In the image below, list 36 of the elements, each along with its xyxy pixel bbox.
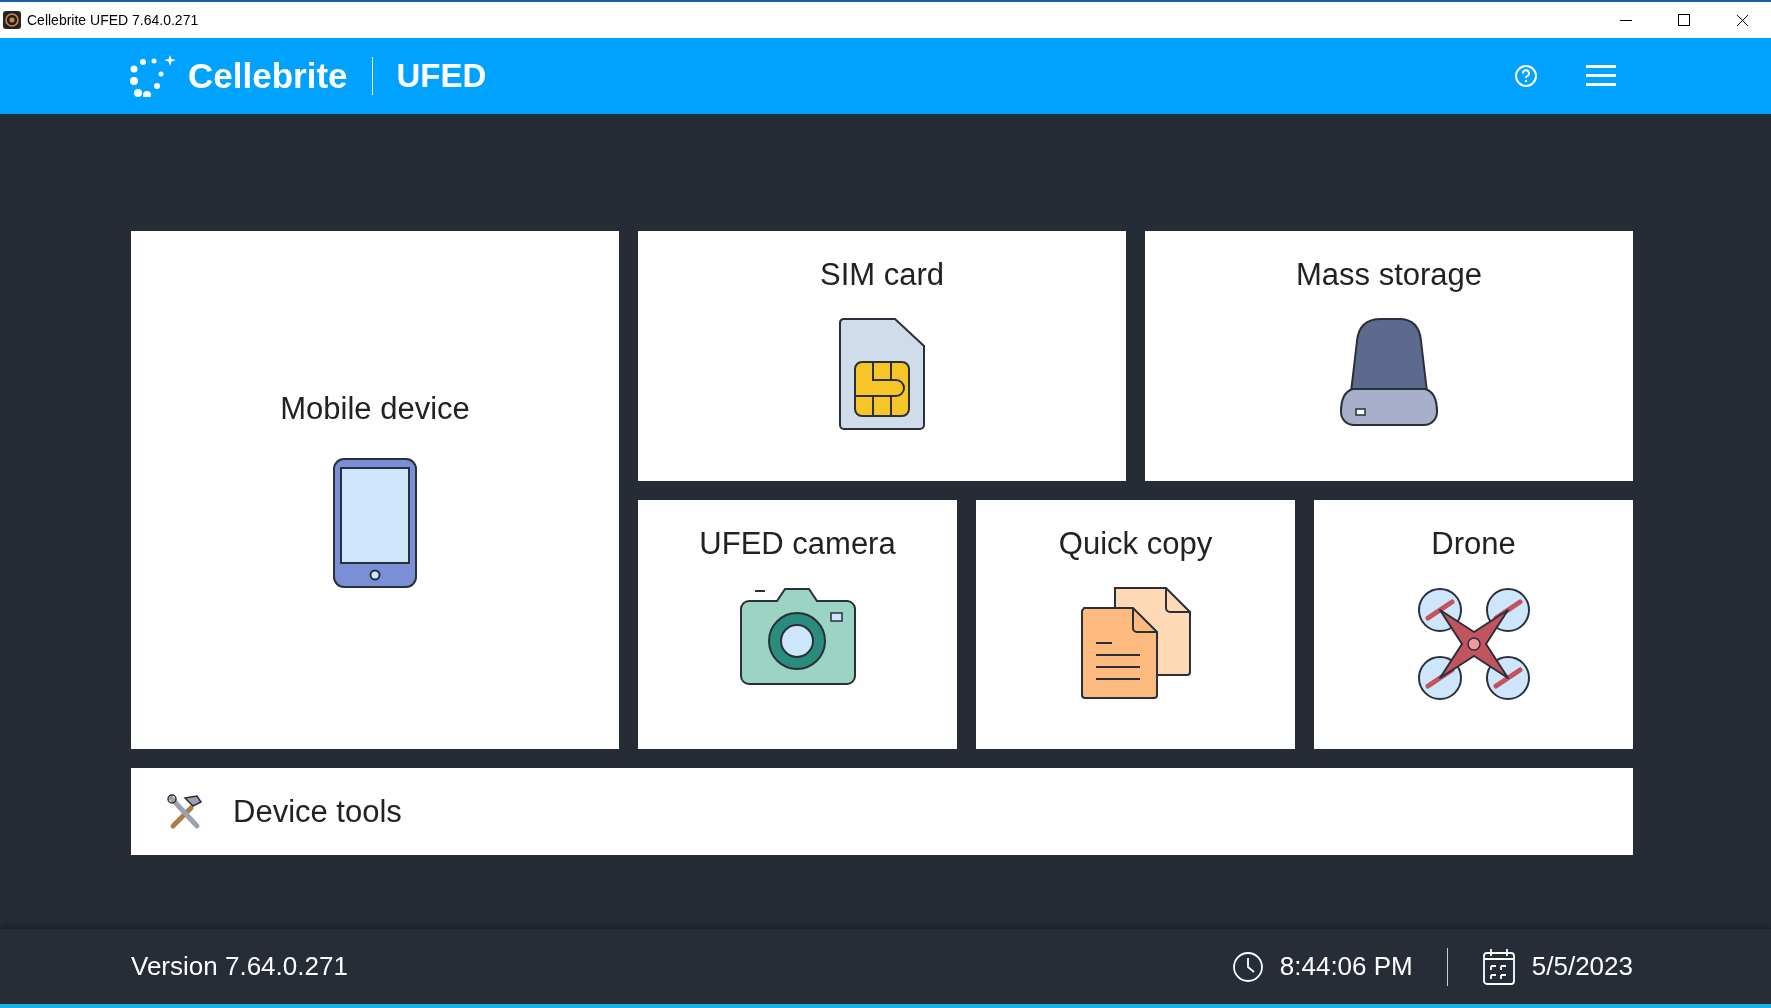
tile-label: Mass storage [1295, 257, 1483, 293]
tools-icon [165, 791, 205, 832]
help-icon[interactable] [1514, 64, 1538, 88]
documents-icon [1079, 585, 1192, 700]
device-tools-button[interactable]: Device tools [131, 768, 1633, 855]
drone-icon [1415, 585, 1532, 702]
sim-card-icon [838, 317, 926, 431]
date-text: 5/5/2023 [1531, 951, 1633, 982]
window-title: Cellebrite UFED 7.64.0.271 [27, 12, 199, 28]
app-icon [3, 11, 21, 29]
tile-label: UFED camera [699, 525, 896, 562]
camera-icon [738, 585, 857, 686]
dots-logo-icon [130, 55, 176, 97]
camera-tile[interactable]: UFED camera [638, 499, 957, 749]
tile-label: Quick copy [1058, 525, 1213, 562]
hard-drive-icon [1339, 317, 1439, 427]
tablet-icon [332, 457, 418, 589]
tile-label: SIM card [820, 257, 944, 293]
brand-name: Cellebrite [188, 56, 348, 96]
menu-icon[interactable] [1586, 65, 1616, 87]
time-text: 8:44:06 PM [1279, 951, 1413, 982]
minimize-icon[interactable] [1620, 19, 1632, 21]
clock-icon [1231, 950, 1264, 983]
phone-tile[interactable]: Mobile device [131, 231, 619, 749]
storage-tile[interactable]: Mass storage [1145, 231, 1633, 481]
tile-label: Mobile device [280, 391, 470, 427]
product-name: UFED [396, 57, 487, 95]
tile-label: Drone [1431, 525, 1516, 562]
copy-tile[interactable]: Quick copy [976, 499, 1295, 749]
sim-tile[interactable]: SIM card [638, 231, 1126, 481]
maximize-icon[interactable] [1678, 14, 1690, 26]
close-icon[interactable] [1735, 13, 1749, 27]
version-text: Version 7.64.0.271 [131, 951, 348, 982]
device-tools-label: Device tools [233, 793, 402, 830]
calendar-icon [1481, 947, 1516, 986]
drone-tile[interactable]: Drone [1314, 499, 1633, 749]
